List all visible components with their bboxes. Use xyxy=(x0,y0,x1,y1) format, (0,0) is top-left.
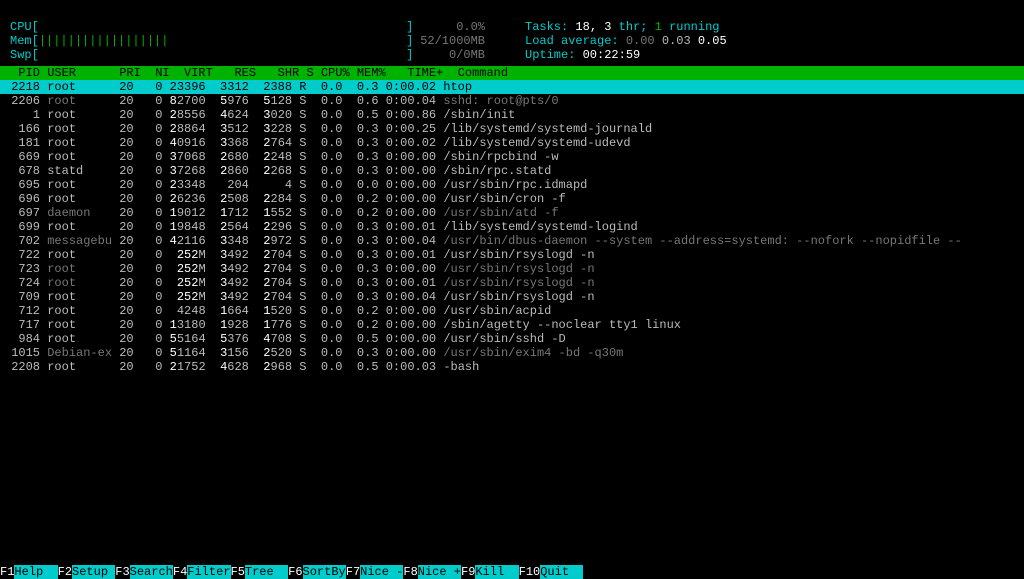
process-row[interactable]: 678 statd 20 0 37268 2860 2268 S 0.0 0.3… xyxy=(0,164,1024,178)
process-row[interactable]: 984 root 20 0 55164 5376 4708 S 0.0 0.5 … xyxy=(0,332,1024,346)
swp-bar xyxy=(39,48,406,62)
fnlabel-F3[interactable]: Search xyxy=(130,565,173,579)
cpu-label: CPU xyxy=(10,20,32,34)
fnkey-F4[interactable]: F4 xyxy=(173,565,187,579)
fnkey-F3[interactable]: F3 xyxy=(115,565,129,579)
fnlabel-F5[interactable]: Tree xyxy=(245,565,288,579)
process-row[interactable]: 2208 root 20 0 21752 4628 2968 S 0.0 0.5… xyxy=(0,360,1024,374)
stats-panel: Tasks: 18, 3 thr; 1 running Load average… xyxy=(525,6,727,62)
running-label: running xyxy=(669,20,719,34)
mem-label: Mem xyxy=(10,34,32,48)
column-headers[interactable]: PID USER PRI NI VIRT RES SHR S CPU% MEM%… xyxy=(0,66,1024,80)
fnlabel-F2[interactable]: Setup xyxy=(72,565,115,579)
process-row[interactable]: 717 root 20 0 13180 1928 1776 S 0.0 0.2 … xyxy=(0,318,1024,332)
fnlabel-F1[interactable]: Help xyxy=(14,565,57,579)
process-row[interactable]: 2206 root 20 0 82700 5976 5128 S 0.0 0.6… xyxy=(0,94,1024,108)
uptime-value: 00:22:59 xyxy=(583,48,641,62)
process-row[interactable]: 1 root 20 0 28556 4624 3020 S 0.0 0.5 0:… xyxy=(0,108,1024,122)
process-row[interactable]: 724 root 20 0 252M 3492 2704 S 0.0 0.3 0… xyxy=(0,276,1024,290)
load-3: 0.05 xyxy=(698,34,727,48)
process-row[interactable]: 702 messagebu 20 0 42116 3348 2972 S 0.0… xyxy=(0,234,1024,248)
function-bar[interactable]: F1Help F2Setup F3SearchF4FilterF5Tree F6… xyxy=(0,565,1024,579)
thr-label: thr; xyxy=(619,20,655,34)
process-row[interactable]: 696 root 20 0 26236 2508 2284 S 0.0 0.2 … xyxy=(0,192,1024,206)
load-label: Load average: xyxy=(525,34,626,48)
tasks-label: Tasks: xyxy=(525,20,575,34)
process-row[interactable]: 722 root 20 0 252M 3492 2704 S 0.0 0.3 0… xyxy=(0,248,1024,262)
process-row[interactable]: 699 root 20 0 19848 2564 2296 S 0.0 0.3 … xyxy=(0,220,1024,234)
process-row[interactable]: 166 root 20 0 28864 3512 3228 S 0.0 0.3 … xyxy=(0,122,1024,136)
process-row[interactable]: 2218 root 20 0 23396 3312 2388 R 0.0 0.3… xyxy=(0,80,1024,94)
fnlabel-F4[interactable]: Filter xyxy=(187,565,230,579)
fnkey-F10[interactable]: F10 xyxy=(519,565,541,579)
process-list[interactable]: 2218 root 20 0 23396 3312 2388 R 0.0 0.3… xyxy=(0,80,1024,374)
process-row[interactable]: 669 root 20 0 37068 2680 2248 S 0.0 0.3 … xyxy=(0,150,1024,164)
running-count: 1 xyxy=(655,20,669,34)
process-row[interactable]: 709 root 20 0 252M 3492 2704 S 0.0 0.3 0… xyxy=(0,290,1024,304)
swp-used: 0/0MB xyxy=(449,48,485,62)
process-row[interactable]: 697 daemon 20 0 19012 1712 1552 S 0.0 0.… xyxy=(0,206,1024,220)
fnlabel-F10[interactable]: Quit xyxy=(540,565,583,579)
fnkey-F8[interactable]: F8 xyxy=(403,565,417,579)
fnlabel-F8[interactable]: Nice + xyxy=(418,565,461,579)
load-2: 0.03 xyxy=(662,34,698,48)
swp-label: Swp xyxy=(10,48,32,62)
meter-values: 0.0% 52/1000MB 0/0MB xyxy=(415,6,485,62)
mem-bar: |||||||||||||||||| xyxy=(39,34,406,48)
fnkey-F1[interactable]: F1 xyxy=(0,565,14,579)
cpu-bar xyxy=(39,20,406,34)
tasks-value: 18, 3 xyxy=(575,20,618,34)
fnkey-F6[interactable]: F6 xyxy=(288,565,302,579)
process-row[interactable]: 181 root 20 0 40916 3368 2764 S 0.0 0.3 … xyxy=(0,136,1024,150)
load-1: 0.00 xyxy=(626,34,662,48)
cpu-pct: 0.0% xyxy=(456,20,485,34)
process-row[interactable]: 712 root 20 0 4248 1664 1520 S 0.0 0.2 0… xyxy=(0,304,1024,318)
process-row[interactable]: 723 root 20 0 252M 3492 2704 S 0.0 0.3 0… xyxy=(0,262,1024,276)
process-row[interactable]: 1015 Debian-ex 20 0 51164 3156 2520 S 0.… xyxy=(0,346,1024,360)
meters-panel: CPU[ ] Mem[|||||||||||||||||| ] Swp[ ] xyxy=(0,0,1024,66)
fnlabel-F9[interactable]: Kill xyxy=(475,565,518,579)
mem-used: 52/1000MB xyxy=(420,34,485,48)
fnkey-F7[interactable]: F7 xyxy=(346,565,360,579)
process-row[interactable]: 695 root 20 0 23348 204 4 S 0.0 0.0 0:00… xyxy=(0,178,1024,192)
fnkey-F9[interactable]: F9 xyxy=(461,565,475,579)
fnlabel-F6[interactable]: SortBy xyxy=(303,565,346,579)
fnkey-F2[interactable]: F2 xyxy=(58,565,72,579)
uptime-label: Uptime: xyxy=(525,48,583,62)
fnkey-F5[interactable]: F5 xyxy=(231,565,245,579)
fnlabel-F7[interactable]: Nice - xyxy=(360,565,403,579)
